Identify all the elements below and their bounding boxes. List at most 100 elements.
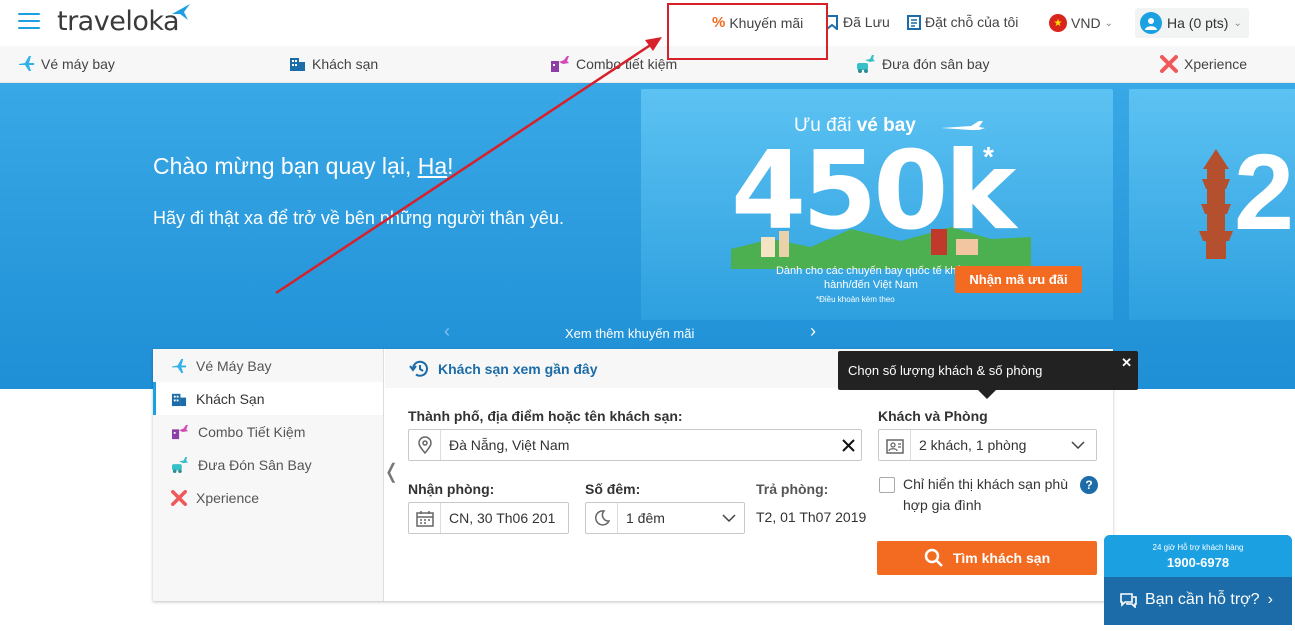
hero-section: Chào mừng bạn quay lại, Ha! Hãy đi thật … <box>0 83 1295 389</box>
welcome-message: Chào mừng bạn quay lại, Ha! <box>153 153 454 179</box>
product-label: Xperience <box>1184 56 1248 72</box>
airport-transfer-icon <box>172 456 188 473</box>
top-bar: traveloka % Khuyến mãi Đã Lưu Đặt chỗ củ… <box>0 0 1295 46</box>
chevron-down-icon <box>1060 441 1096 449</box>
logo-bird-icon <box>172 4 190 20</box>
xperience-icon <box>1160 55 1178 73</box>
hero-tagline: Hãy đi thật xa để trở về bên những người… <box>153 208 564 228</box>
chevron-down-icon: ⌄ <box>1233 17 1242 29</box>
product-hotels[interactable]: Khách sạn <box>289 55 378 72</box>
product-flights[interactable]: Vé máy bay <box>18 55 115 72</box>
side-item-airport-transfer[interactable]: Đưa Đón Sân Bay <box>153 448 383 481</box>
promo-banner[interactable]: Ưu đãi vé bay 450k * Dành cho các chuyến… <box>641 89 1113 320</box>
saved-label: Đã Lưu <box>843 14 890 30</box>
pagoda-illustration <box>1199 149 1233 259</box>
product-side-menu: Vé Máy Bay Khách Sạn Combo Tiết Kiệm Đưa… <box>153 349 384 601</box>
airport-transfer-icon <box>857 55 875 73</box>
location-pin-icon <box>409 430 441 460</box>
family-friendly-checkbox[interactable] <box>879 477 895 493</box>
moon-icon <box>586 503 618 533</box>
my-bookings-link[interactable]: Đặt chỗ của tôi <box>907 14 1018 30</box>
support-hours: 24 giờ Hỗ trợ khách hàng <box>1152 543 1244 552</box>
help-icon[interactable]: ? <box>1080 476 1098 494</box>
guests-icon <box>879 430 911 460</box>
side-item-label: Vé Máy Bay <box>196 357 272 374</box>
vietnam-flag-icon: ★ <box>1049 14 1067 32</box>
avatar <box>1140 12 1162 34</box>
support-phone[interactable]: 1900-6978 <box>1104 555 1292 570</box>
checkout-value: T2, 01 Th07 2019 <box>756 509 867 525</box>
guests-rooms-select[interactable]: 2 khách, 1 phòng <box>878 429 1097 461</box>
product-combo[interactable]: Combo tiết kiệm <box>550 55 677 73</box>
family-friendly-label: Chỉ hiển thị khách sạn phù hợp gia đình <box>903 476 1068 513</box>
destination-field[interactable]: Đà Nẵng, Việt Nam <box>408 429 862 461</box>
side-item-hotels[interactable]: Khách Sạn <box>153 382 383 415</box>
banner-value: 450k <box>731 129 1016 254</box>
collapse-menu-icon[interactable]: ❬ <box>383 459 400 484</box>
xperience-icon <box>171 489 187 506</box>
search-hotels-button[interactable]: Tìm khách sạn <box>877 541 1097 575</box>
menu-icon[interactable] <box>18 13 40 31</box>
support-ask-label: Bạn cần hỗ trợ? <box>1145 591 1260 608</box>
side-item-label: Khách Sạn <box>196 390 265 407</box>
next-banner-value: 2 <box>1234 131 1295 252</box>
hotel-icon <box>171 393 187 406</box>
side-item-flights[interactable]: Vé Máy Bay <box>153 349 383 382</box>
next-promo-banner[interactable]: 2 <box>1129 89 1295 320</box>
recent-hotels-label: Khách sạn xem gần đây <box>438 360 598 377</box>
logo[interactable]: traveloka <box>57 6 180 37</box>
guests-value: 2 khách, 1 phòng <box>919 437 1027 453</box>
combo-icon <box>172 424 188 439</box>
product-xperience[interactable]: Xperience <box>1160 55 1247 73</box>
product-label: Vé máy bay <box>41 55 115 72</box>
guests-label: Khách và Phòng <box>878 408 988 424</box>
clear-icon[interactable] <box>835 438 861 452</box>
support-widget[interactable]: 24 giờ Hỗ trợ khách hàng 1900-6978 Bạn c… <box>1104 535 1292 625</box>
checkin-field[interactable]: CN, 30 Th06 201 <box>408 502 569 534</box>
nights-select[interactable]: 1 đêm <box>585 502 745 534</box>
side-item-label: Xperience <box>196 489 260 506</box>
more-promos-link[interactable]: Xem thêm khuyến mãi <box>565 326 694 341</box>
checkout-label: Trả phòng: <box>756 481 829 497</box>
get-promo-code-button[interactable]: Nhận mã ưu đãi <box>955 266 1082 293</box>
chevron-right-icon: › <box>1267 591 1273 608</box>
nights-label: Số đêm: <box>585 481 641 497</box>
product-airport-transfer[interactable]: Đưa đón sân bay <box>856 55 989 73</box>
history-icon <box>409 360 428 377</box>
chevron-down-icon: ⌄ <box>1104 17 1113 29</box>
booking-list-icon <box>907 14 921 30</box>
carousel-prev-icon[interactable]: ‹ <box>444 321 450 342</box>
user-label: Ha (0 pts) <box>1167 15 1229 31</box>
combo-icon <box>551 56 569 72</box>
currency-selector[interactable]: ★ VND ⌄ <box>1049 14 1113 32</box>
user-menu[interactable]: Ha (0 pts) ⌄ <box>1135 8 1249 38</box>
tooltip-arrow <box>978 390 996 399</box>
user-icon <box>1145 17 1157 30</box>
product-label: Đưa đón sân bay <box>882 56 990 72</box>
side-item-xperience[interactable]: Xperience <box>153 481 383 514</box>
product-bar: Vé máy bay Khách sạn Combo tiết kiệm Đưa… <box>0 46 1295 83</box>
guests-tooltip: Chọn số lượng khách & số phòng ✕ <box>838 351 1138 399</box>
my-bookings-label: Đặt chỗ của tôi <box>925 14 1019 30</box>
destination-label: Thành phố, địa điểm hoặc tên khách sạn: <box>408 408 683 424</box>
close-icon[interactable]: ✕ <box>1121 355 1132 371</box>
support-hotline: 24 giờ Hỗ trợ khách hàng 1900-6978 <box>1104 535 1292 577</box>
chevron-down-icon <box>714 514 744 522</box>
carousel-next-icon[interactable]: › <box>810 321 816 342</box>
banner-terms-note: *Điều khoản kèm theo <box>816 295 895 304</box>
user-name-link[interactable]: Ha <box>418 153 447 179</box>
plane-icon <box>171 358 187 373</box>
banner-description: Dành cho các chuyến bay quốc tế khởi hàn… <box>775 265 967 291</box>
plane-icon <box>19 56 34 71</box>
side-item-label: Đưa Đón Sân Bay <box>198 456 312 473</box>
saved-link[interactable]: Đã Lưu <box>825 14 890 30</box>
nights-value: 1 đêm <box>626 510 665 526</box>
hotel-icon <box>290 58 305 71</box>
banner-star: * <box>983 141 994 172</box>
chat-icon <box>1120 592 1137 608</box>
side-item-combo[interactable]: Combo Tiết Kiệm <box>153 415 383 448</box>
destination-value: Đà Nẵng, Việt Nam <box>449 437 570 453</box>
currency-label: VND <box>1071 15 1101 31</box>
support-chat-button[interactable]: Bạn cần hỗ trợ? › <box>1120 591 1273 609</box>
search-hotels-label: Tìm khách sạn <box>952 550 1051 566</box>
